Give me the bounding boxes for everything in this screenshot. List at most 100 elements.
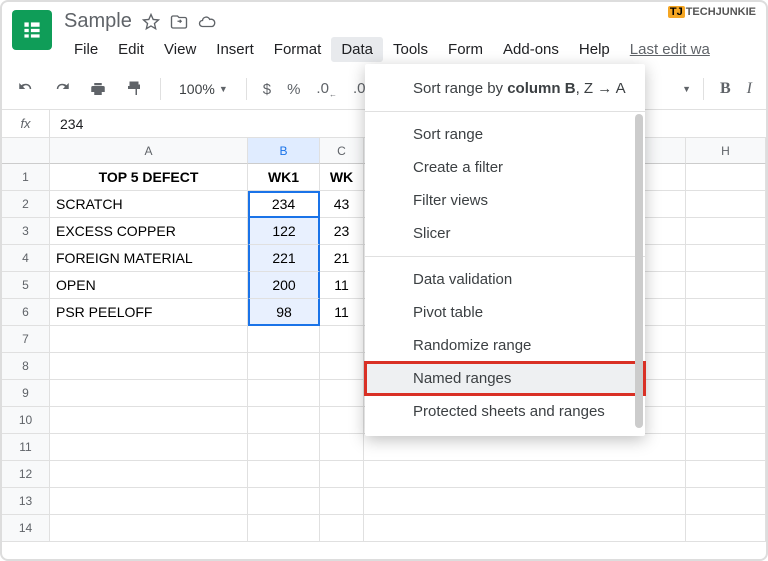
menu-named-ranges[interactable]: Named ranges xyxy=(365,362,645,395)
cell[interactable] xyxy=(364,515,686,542)
italic-button[interactable]: I xyxy=(743,80,756,98)
menu-filter-views[interactable]: Filter views xyxy=(365,184,645,217)
cell[interactable]: OPEN xyxy=(50,272,248,299)
menu-form[interactable]: Form xyxy=(438,37,493,62)
cell[interactable] xyxy=(50,488,248,515)
cell[interactable]: 122 xyxy=(248,218,320,245)
cell[interactable] xyxy=(248,461,320,488)
cell[interactable] xyxy=(50,326,248,353)
menu-create-filter[interactable]: Create a filter xyxy=(365,151,645,184)
select-all-corner[interactable] xyxy=(2,138,50,164)
decrease-decimal-button[interactable]: .0← xyxy=(312,80,341,99)
menu-slicer[interactable]: Slicer xyxy=(365,217,645,250)
redo-button[interactable] xyxy=(48,75,76,103)
cell[interactable] xyxy=(686,299,766,326)
row-header[interactable]: 8 xyxy=(2,353,50,380)
cell[interactable] xyxy=(320,407,364,434)
doc-title[interactable]: Sample xyxy=(64,10,132,33)
cell[interactable] xyxy=(686,245,766,272)
row-header[interactable]: 13 xyxy=(2,488,50,515)
star-icon[interactable] xyxy=(142,13,160,31)
cell[interactable] xyxy=(686,461,766,488)
row-header[interactable]: 5 xyxy=(2,272,50,299)
row-header[interactable]: 12 xyxy=(2,461,50,488)
cell[interactable] xyxy=(50,380,248,407)
cell[interactable] xyxy=(320,515,364,542)
cell[interactable] xyxy=(248,434,320,461)
row-header[interactable]: 9 xyxy=(2,380,50,407)
cell[interactable] xyxy=(364,434,686,461)
menu-sort-by-column[interactable]: Sort range by column B, Z → A xyxy=(365,72,645,105)
cell[interactable] xyxy=(686,218,766,245)
cell[interactable] xyxy=(686,488,766,515)
last-edit-link[interactable]: Last edit wa xyxy=(630,41,710,58)
cell[interactable] xyxy=(686,326,766,353)
col-header-b[interactable]: B xyxy=(248,138,320,164)
cell[interactable] xyxy=(248,326,320,353)
cell[interactable]: FOREIGN MATERIAL xyxy=(50,245,248,272)
menu-randomize-range[interactable]: Randomize range xyxy=(365,329,645,362)
col-header-a[interactable]: A xyxy=(50,138,248,164)
cell[interactable] xyxy=(248,380,320,407)
cell[interactable] xyxy=(364,461,686,488)
cell[interactable]: WK xyxy=(320,164,364,191)
menu-addons[interactable]: Add-ons xyxy=(493,37,569,62)
menu-insert[interactable]: Insert xyxy=(206,37,264,62)
row-header[interactable]: 2 xyxy=(2,191,50,218)
cell[interactable] xyxy=(686,515,766,542)
cell[interactable] xyxy=(686,407,766,434)
menu-view[interactable]: View xyxy=(154,37,206,62)
cell[interactable]: 221 xyxy=(248,245,320,272)
col-header-h[interactable]: H xyxy=(686,138,766,164)
row-header[interactable]: 6 xyxy=(2,299,50,326)
col-header-c[interactable]: C xyxy=(320,138,364,164)
cell[interactable] xyxy=(248,353,320,380)
menu-tools[interactable]: Tools xyxy=(383,37,438,62)
cell[interactable] xyxy=(686,380,766,407)
cell[interactable] xyxy=(50,353,248,380)
zoom-select[interactable]: 100%▼ xyxy=(173,81,234,97)
menu-data-validation[interactable]: Data validation xyxy=(365,263,645,296)
cell[interactable] xyxy=(320,434,364,461)
cell[interactable]: WK1 xyxy=(248,164,320,191)
menu-format[interactable]: Format xyxy=(264,37,332,62)
paint-format-button[interactable] xyxy=(120,75,148,103)
cell[interactable] xyxy=(248,488,320,515)
cell[interactable] xyxy=(686,272,766,299)
cell[interactable] xyxy=(686,353,766,380)
menu-pivot-table[interactable]: Pivot table xyxy=(365,296,645,329)
chevron-down-icon[interactable]: ▼ xyxy=(682,84,691,94)
cell[interactable] xyxy=(320,353,364,380)
formula-input[interactable]: 234 xyxy=(50,116,83,132)
cloud-saved-icon[interactable] xyxy=(198,13,216,31)
row-header[interactable]: 10 xyxy=(2,407,50,434)
move-icon[interactable] xyxy=(170,13,188,31)
percent-button[interactable]: % xyxy=(283,81,304,98)
cell[interactable]: 11 xyxy=(320,299,364,326)
cell[interactable] xyxy=(320,326,364,353)
cell[interactable] xyxy=(364,488,686,515)
row-header[interactable]: 4 xyxy=(2,245,50,272)
row-header[interactable]: 14 xyxy=(2,515,50,542)
menu-sort-range[interactable]: Sort range xyxy=(365,118,645,151)
cell[interactable] xyxy=(686,164,766,191)
cell[interactable] xyxy=(50,407,248,434)
currency-button[interactable]: $ xyxy=(259,81,275,98)
cell[interactable]: 21 xyxy=(320,245,364,272)
menu-help[interactable]: Help xyxy=(569,37,620,62)
cell[interactable] xyxy=(50,434,248,461)
active-cell[interactable]: 234 xyxy=(248,191,320,218)
sheets-logo[interactable] xyxy=(12,10,52,50)
cell[interactable] xyxy=(320,461,364,488)
cell[interactable] xyxy=(686,434,766,461)
cell[interactable]: EXCESS COPPER xyxy=(50,218,248,245)
undo-button[interactable] xyxy=(12,75,40,103)
print-button[interactable] xyxy=(84,75,112,103)
cell[interactable]: 11 xyxy=(320,272,364,299)
row-header[interactable]: 7 xyxy=(2,326,50,353)
cell[interactable] xyxy=(320,488,364,515)
cell[interactable]: 98 xyxy=(248,299,320,326)
cell[interactable]: 23 xyxy=(320,218,364,245)
menu-protected-sheets[interactable]: Protected sheets and ranges xyxy=(365,395,645,428)
row-header[interactable]: 11 xyxy=(2,434,50,461)
